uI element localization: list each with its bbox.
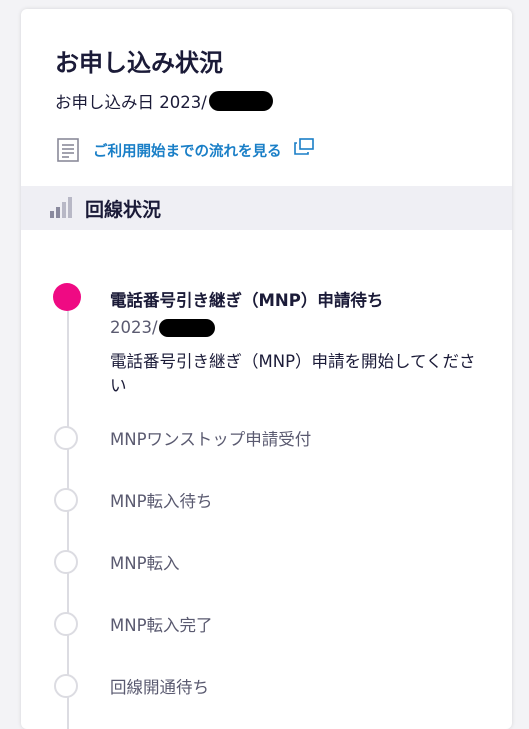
view-flow-link[interactable]: ご利用開始までの流れを見る <box>55 136 314 164</box>
page-title: お申し込み状況 <box>55 49 223 77</box>
application-date: お申し込み日 2023/ <box>55 89 273 113</box>
redacted-date-mask <box>158 318 215 337</box>
step-label: 電話番号引き継ぎ（MNP）申請待ち <box>110 291 384 310</box>
active-step-dot <box>53 283 81 311</box>
step-description: 電話番号引き継ぎ（MNP）申請を開始してください <box>110 352 476 395</box>
section-title: 回線状況 <box>85 198 162 221</box>
external-window-icon <box>293 138 314 155</box>
redacted-date-mask <box>208 91 273 111</box>
view-flow-link-label[interactable]: ご利用開始までの流れを見る <box>93 140 282 161</box>
pending-step-dot <box>54 674 78 698</box>
pending-step-dot <box>54 612 78 636</box>
step-label: MNP転入待ち <box>110 492 213 511</box>
step-date-text: 2023/ <box>110 318 158 337</box>
step-label: MNP転入 <box>110 554 180 573</box>
timeline-connector <box>67 300 69 729</box>
pending-step-dot <box>54 488 78 512</box>
pending-step-dot <box>54 426 78 450</box>
line-status-timeline: 電話番号引き継ぎ（MNP）申請待ち 2023/ 電話番号引き継ぎ（MNP）申請を… <box>21 230 512 729</box>
application-status-card: お申し込み状況 お申し込み日 2023/ ご利用開始までの流れを見る 回線状況 <box>21 9 512 729</box>
line-status-section-header: 回線状況 <box>21 186 512 230</box>
step-label: 回線開通待ち <box>110 678 209 697</box>
step-label: MNPワンストップ申請受付 <box>110 430 312 449</box>
application-date-label: お申し込み日 2023/ <box>55 93 207 112</box>
pending-step-dot <box>54 550 78 574</box>
step-label: MNP転入完了 <box>110 616 213 635</box>
signal-bars-icon <box>50 197 72 218</box>
document-icon <box>57 138 79 162</box>
step-date: 2023/ <box>110 318 215 337</box>
